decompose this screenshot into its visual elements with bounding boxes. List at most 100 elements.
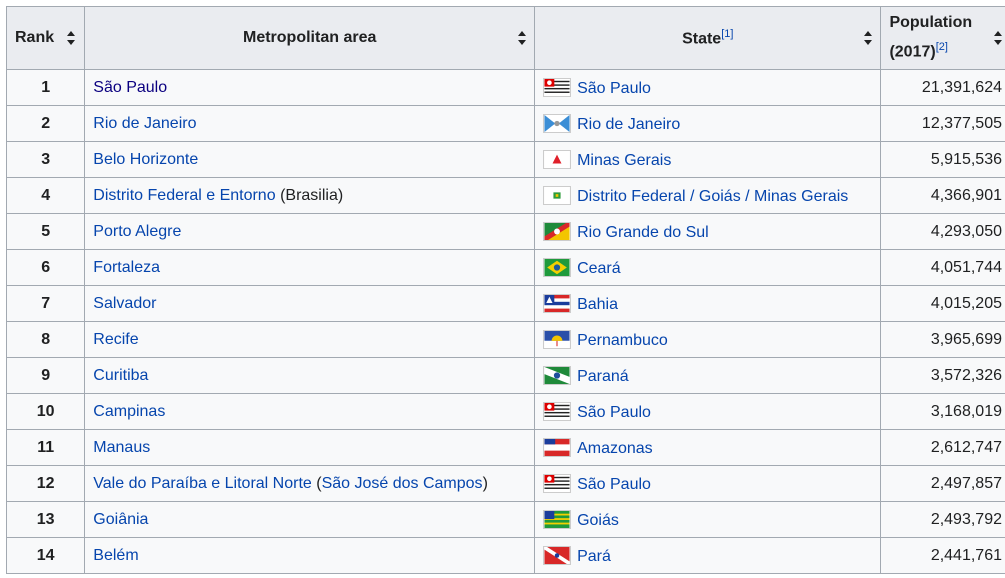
ceara-flag-icon[interactable] — [543, 257, 572, 277]
state-link[interactable]: Pará — [577, 548, 611, 565]
metro-area-link[interactable]: Curitiba — [93, 367, 148, 384]
rank-cell: 14 — [5, 537, 86, 574]
metro-header-label: Metropolitan area — [243, 29, 377, 46]
population-cell: 4,293,050 — [880, 213, 1005, 250]
population-reference-link[interactable]: [2] — [936, 41, 948, 53]
bahia-flag-icon[interactable] — [543, 293, 572, 313]
pernambuco-flag-icon[interactable] — [543, 329, 572, 349]
metro-core-city-link[interactable]: São José dos Campos — [322, 475, 483, 492]
population-cell: 3,168,019 — [880, 393, 1005, 430]
metro-cell: Goiânia — [84, 501, 536, 538]
state-link[interactable]: Paraná — [577, 368, 629, 385]
rank-cell: 13 — [5, 501, 86, 538]
metro-cell: Recife — [84, 321, 536, 358]
sort-icon[interactable] — [993, 31, 1003, 45]
population-cell: 4,015,205 — [880, 285, 1005, 322]
table-row: 4 Distrito Federal e Entorno (Brasilia) Di… — [5, 177, 1005, 214]
metro-column-header[interactable]: Metropolitan area — [84, 6, 536, 70]
metro-area-link[interactable]: Distrito Federal e Entorno — [93, 187, 275, 204]
state-link[interactable]: Rio Grande do Sul — [577, 224, 709, 241]
state-cell: Pará — [534, 537, 882, 574]
metro-area-link[interactable]: Porto Alegre — [93, 223, 181, 240]
state-link[interactable]: Pernambuco — [577, 332, 668, 349]
metro-cell: Manaus — [84, 429, 536, 466]
state-link[interactable]: Rio de Janeiro — [577, 116, 680, 133]
rank-cell: 2 — [5, 105, 86, 142]
sao-paulo-flag-icon[interactable] — [543, 473, 572, 493]
distrito-federal-flag-icon[interactable] — [543, 185, 572, 205]
metro-cell: Belo Horizonte — [84, 141, 536, 178]
state-cell: Bahia — [534, 285, 882, 322]
population-cell: 2,497,857 — [880, 465, 1005, 502]
table-row: 2 Rio de Janeiro Rio de Janeiro 12,377,505 — [5, 105, 1005, 142]
metro-area-link[interactable]: Manaus — [93, 439, 150, 456]
state-cell: Rio Grande do Sul — [534, 213, 882, 250]
table-row: 12 Vale do Paraíba e Litoral Norte (São J… — [5, 465, 1005, 502]
sort-icon[interactable] — [517, 31, 527, 45]
sort-icon[interactable] — [863, 31, 873, 45]
sort-icon[interactable] — [66, 31, 76, 45]
state-cell: Minas Gerais — [534, 141, 882, 178]
metro-area-link[interactable]: Goiânia — [93, 511, 148, 528]
goias-flag-icon[interactable] — [543, 509, 572, 529]
rio-grande-do-sul-flag-icon[interactable] — [543, 221, 572, 241]
state-cell: Amazonas — [534, 429, 882, 466]
rio-de-janeiro-flag-icon[interactable] — [543, 113, 572, 133]
state-link[interactable]: São Paulo — [577, 404, 651, 421]
table-row: 9 Curitiba Paraná 3,572,326 — [5, 357, 1005, 394]
metro-cell: Campinas — [84, 393, 536, 430]
state-reference-link[interactable]: [1] — [721, 28, 733, 40]
para-flag-icon[interactable] — [543, 545, 572, 565]
population-cell: 2,441,761 — [880, 537, 1005, 574]
metro-area-link[interactable]: Belém — [93, 547, 138, 564]
header-row: Rank Metropolitan area State[1] Populati… — [5, 6, 1005, 70]
population-cell: 2,493,792 — [880, 501, 1005, 538]
state-column-header[interactable]: State[1] — [534, 6, 882, 70]
metro-cell: Curitiba — [84, 357, 536, 394]
state-link[interactable]: Bahia — [577, 296, 618, 313]
metro-area-link[interactable]: São Paulo — [93, 79, 167, 96]
state-link[interactable]: Amazonas — [577, 440, 653, 457]
table-row: 5 Porto Alegre Rio Grande do Sul 4,293,050 — [5, 213, 1005, 250]
metro-area-link[interactable]: Rio de Janeiro — [93, 115, 196, 132]
table-row: 11 Manaus Amazonas 2,612,747 — [5, 429, 1005, 466]
rank-cell: 3 — [5, 141, 86, 178]
table-row: 8 Recife Pernambuco 3,965,699 — [5, 321, 1005, 358]
sao-paulo-flag-icon[interactable] — [543, 401, 572, 421]
metro-cell: Rio de Janeiro — [84, 105, 536, 142]
rank-cell: 9 — [5, 357, 86, 394]
state-cell: Paraná — [534, 357, 882, 394]
rank-column-header[interactable]: Rank — [5, 6, 86, 70]
population-cell: 4,051,744 — [880, 249, 1005, 286]
state-link[interactable]: São Paulo — [577, 476, 651, 493]
metro-area-link[interactable]: Campinas — [93, 403, 165, 420]
state-cell: Goiás — [534, 501, 882, 538]
state-link[interactable]: Goiás — [577, 512, 619, 529]
metro-cell: Belém — [84, 537, 536, 574]
population-column-header[interactable]: Population (2017)[2] — [880, 6, 1005, 70]
metro-area-link[interactable]: Recife — [93, 331, 138, 348]
parana-flag-icon[interactable] — [543, 365, 572, 385]
metro-area-link[interactable]: Belo Horizonte — [93, 151, 198, 168]
state-link[interactable]: São Paulo — [577, 80, 651, 97]
rank-header-label: Rank — [15, 29, 55, 46]
metro-area-link[interactable]: Salvador — [93, 295, 156, 312]
metro-area-link[interactable]: Vale do Paraíba e Litoral Norte — [93, 475, 312, 492]
metro-area-link[interactable]: Fortaleza — [93, 259, 160, 276]
table-row: 1 São Paulo São Paulo 21,391,624 — [5, 69, 1005, 106]
state-link[interactable]: Ceará — [577, 260, 621, 277]
metro-cell: Salvador — [84, 285, 536, 322]
state-cell: São Paulo — [534, 69, 882, 106]
metro-cell: São Paulo — [84, 69, 536, 106]
population-cell: 12,377,505 — [880, 105, 1005, 142]
state-cell: Pernambuco — [534, 321, 882, 358]
table-row: 6 Fortaleza Ceará 4,051,744 — [5, 249, 1005, 286]
sao-paulo-flag-icon[interactable] — [543, 77, 572, 97]
amazonas-flag-icon[interactable] — [543, 437, 572, 457]
table-row: 14 Belém Pará 2,441,761 — [5, 537, 1005, 574]
rank-cell: 10 — [5, 393, 86, 430]
minas-gerais-flag-icon[interactable] — [543, 149, 572, 169]
rank-cell: 6 — [5, 249, 86, 286]
state-link[interactable]: Minas Gerais — [577, 152, 671, 169]
state-link[interactable]: Distrito Federal / Goiás / Minas Gerais — [577, 188, 848, 205]
